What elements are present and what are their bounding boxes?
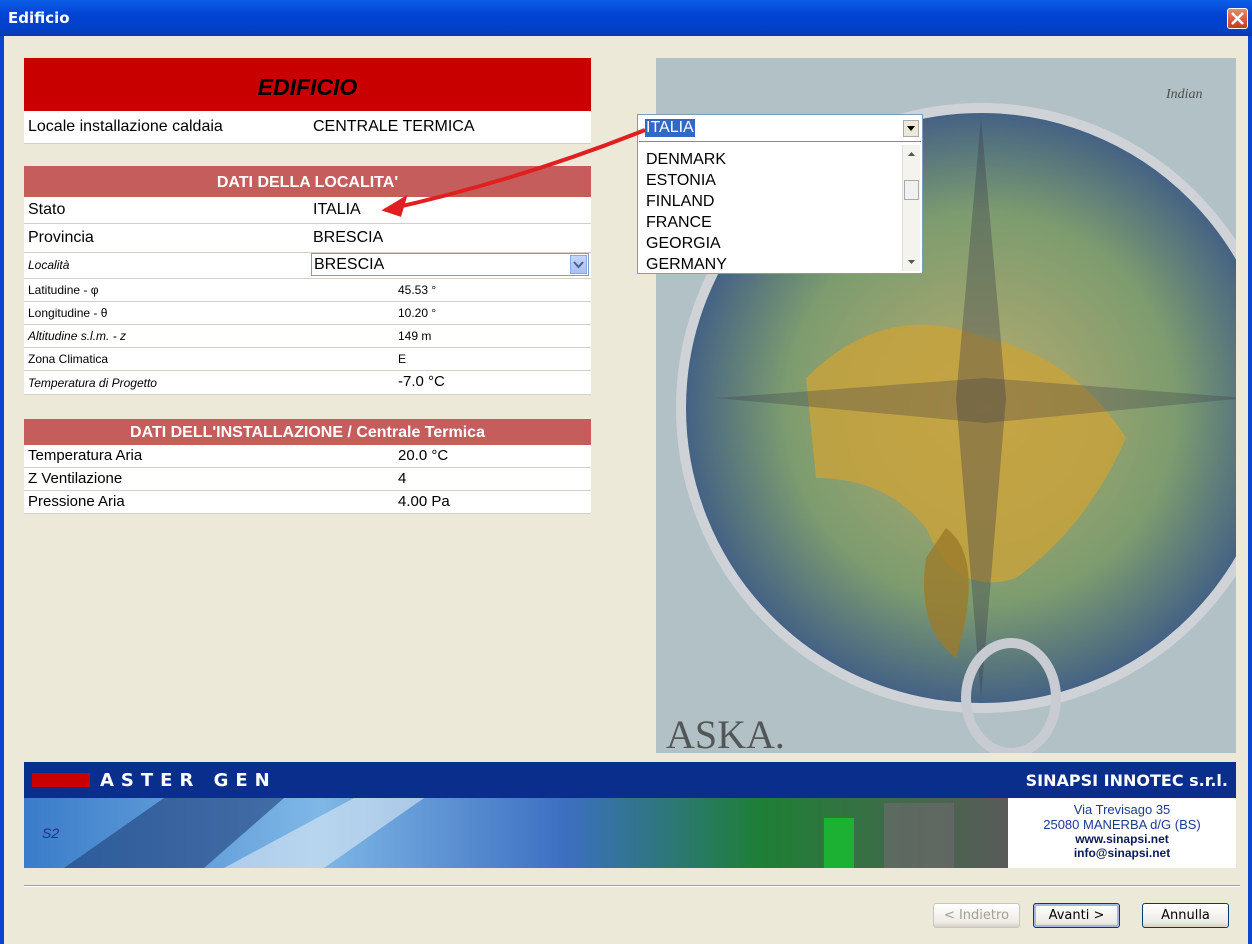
- company-website[interactable]: www.sinapsi.net: [1008, 832, 1236, 846]
- next-button[interactable]: Avanti >: [1033, 903, 1120, 928]
- footer-banner: ASTER GEN SINAPSI INNOTEC s.r.l. S2 Via …: [24, 762, 1236, 868]
- company-address: Via Trevisago 35 25080 MANERBA d/G (BS) …: [1008, 798, 1236, 868]
- footer-separator: [24, 885, 1240, 887]
- back-button[interactable]: < Indietro: [933, 903, 1020, 928]
- banner-image: S2: [24, 798, 1008, 868]
- product-name: ASTER GEN: [100, 770, 277, 791]
- banner-bar: ASTER GEN SINAPSI INNOTEC s.r.l.: [24, 762, 1236, 798]
- address-city: 25080 MANERBA d/G (BS): [1043, 817, 1201, 832]
- svg-text:S2: S2: [42, 825, 59, 841]
- company-email[interactable]: info@sinapsi.net: [1008, 846, 1236, 860]
- address-street: Via Trevisago 35: [1073, 802, 1171, 817]
- logo-red-block: [32, 773, 90, 787]
- cancel-button[interactable]: Annulla: [1142, 903, 1229, 928]
- company-name: SINAPSI INNOTEC s.r.l.: [1025, 771, 1228, 790]
